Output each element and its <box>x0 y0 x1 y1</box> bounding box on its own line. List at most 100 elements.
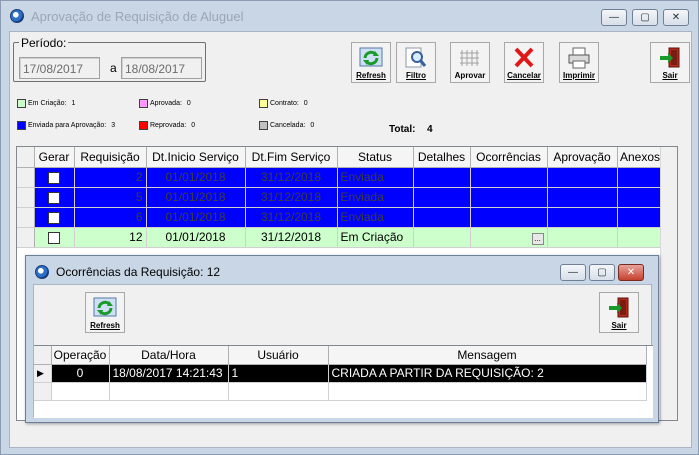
close-icon: ✕ <box>671 12 681 23</box>
cancel-label: Cancelar <box>507 71 541 80</box>
col-mensagem[interactable]: Mensagem <box>328 346 647 365</box>
row-indicator[interactable] <box>17 187 35 208</box>
ocorrencias-cell[interactable] <box>470 207 548 228</box>
maximize-icon: ▢ <box>597 267 607 278</box>
legend-swatch <box>139 99 148 108</box>
gerar-cell[interactable] <box>34 167 75 188</box>
col-detalhes[interactable]: Detalhes <box>413 147 471 168</box>
col-operacao[interactable]: Operação <box>51 346 110 365</box>
table-row[interactable]: 5 01/01/2018 31/12/2018 Enviada <box>17 187 664 208</box>
dialog-minimize-button[interactable]: — <box>560 264 586 281</box>
gerar-cell[interactable] <box>34 187 75 208</box>
col-data-hora[interactable]: Data/Hora <box>109 346 229 365</box>
requisicao-cell: 2 <box>74 167 147 188</box>
aprovacao-cell[interactable] <box>547 207 618 228</box>
anexos-cell[interactable] <box>617 187 664 208</box>
ocorrencias-cell[interactable] <box>470 187 548 208</box>
col-status[interactable]: Status <box>337 147 414 168</box>
detalhes-cell[interactable] <box>413 207 471 228</box>
legend-label: Reprovada: <box>150 122 187 129</box>
maximize-button[interactable]: ▢ <box>632 9 658 26</box>
col-gerar[interactable]: Gerar <box>34 147 75 168</box>
gerar-cell[interactable] <box>34 227 75 248</box>
requisitions-table: Gerar Requisição Dt.Inicio Serviço Dt.Fi… <box>17 147 664 248</box>
status-cell: Enviada <box>337 167 414 188</box>
printer-icon <box>568 47 590 69</box>
row-indicator[interactable] <box>17 227 35 248</box>
anexos-cell[interactable] <box>617 227 664 248</box>
refresh-icon <box>93 297 117 317</box>
legend-cancelada: Cancelada: 0 <box>259 121 314 130</box>
requisicao-cell: 12 <box>74 227 147 248</box>
row-indicator[interactable] <box>17 207 35 228</box>
legend-label: Em Criação: <box>28 100 67 107</box>
legend-label: Contrato: <box>270 100 299 107</box>
status-cell: Enviada <box>337 187 414 208</box>
table-row[interactable]: 6 01/01/2018 31/12/2018 Enviada <box>17 207 664 228</box>
dialog-refresh-button[interactable]: Refresh <box>85 292 125 333</box>
col-ocorrencias[interactable]: Ocorrências <box>470 147 548 168</box>
datahora-cell: 18/08/2017 14:21:43 <box>109 364 229 383</box>
total-label: Total: <box>389 124 416 135</box>
detalhes-cell[interactable] <box>413 187 471 208</box>
aprovacao-cell[interactable] <box>547 227 618 248</box>
col-anexos[interactable]: Anexos <box>617 147 664 168</box>
fim-cell: 31/12/2018 <box>245 227 338 248</box>
row-indicator[interactable] <box>17 167 35 188</box>
dialog-exit-button[interactable]: Sair <box>599 292 639 333</box>
legend-count: 0 <box>191 122 196 129</box>
dialog-exit-label: Sair <box>611 321 627 330</box>
grid-vertical-scrollbar[interactable] <box>660 147 677 420</box>
anexos-cell[interactable] <box>617 207 664 228</box>
ocorrencias-cell[interactable] <box>470 167 548 188</box>
dialog-close-button[interactable]: ✕ <box>618 264 644 281</box>
detalhes-cell[interactable] <box>413 167 471 188</box>
col-dt-fim[interactable]: Dt.Fim Serviço <box>245 147 338 168</box>
gerar-cell[interactable] <box>34 207 75 228</box>
usuario-cell <box>228 382 329 401</box>
gerar-checkbox[interactable] <box>48 171 60 184</box>
aprovacao-cell[interactable] <box>547 187 618 208</box>
gerar-checkbox[interactable] <box>48 231 60 244</box>
print-button[interactable]: Imprimir <box>559 42 599 83</box>
filter-button[interactable]: Filtro <box>396 42 436 83</box>
occurrences-grid[interactable]: Operação Data/Hora Usuário Mensagem ▶ 0 … <box>34 345 653 418</box>
legend-label: Aprovada: <box>150 100 182 107</box>
approve-button[interactable]: Aprovar <box>450 42 490 83</box>
gerar-checkbox[interactable] <box>48 211 60 224</box>
refresh-button[interactable]: Refresh <box>351 42 391 83</box>
legend-swatch <box>139 121 148 130</box>
row-indicator[interactable] <box>34 382 52 401</box>
gerar-checkbox[interactable] <box>48 191 60 204</box>
date-to-field[interactable]: 18/08/2017 <box>121 57 202 79</box>
table-row[interactable]: 12 01/01/2018 31/12/2018 Em Criação ... <box>17 227 664 248</box>
datahora-cell <box>109 382 229 401</box>
ocorrencias-ellipsis-button[interactable]: ... <box>531 232 544 245</box>
date-from-field[interactable]: 17/08/2017 <box>19 57 100 79</box>
table-row[interactable]: 2 01/01/2018 31/12/2018 Enviada <box>17 167 664 188</box>
title-bar[interactable]: Aprovação de Requisição de Aluguel — ▢ ✕ <box>1 1 698 31</box>
detalhes-cell[interactable] <box>413 227 471 248</box>
table-row[interactable] <box>34 382 647 401</box>
col-requisicao[interactable]: Requisição <box>74 147 147 168</box>
table-row[interactable]: ▶ 0 18/08/2017 14:21:43 1 CRIADA A PARTI… <box>34 364 647 383</box>
operacao-cell <box>51 382 110 401</box>
maximize-icon: ▢ <box>640 12 650 23</box>
col-usuario[interactable]: Usuário <box>228 346 329 365</box>
row-indicator[interactable]: ▶ <box>34 364 52 383</box>
col-aprovacao[interactable]: Aprovação <box>547 147 618 168</box>
anexos-cell[interactable] <box>617 167 664 188</box>
dialog-maximize-button[interactable]: ▢ <box>589 264 615 281</box>
col-dt-inicio[interactable]: Dt.Inicio Serviço <box>146 147 246 168</box>
close-button[interactable]: ✕ <box>663 9 689 26</box>
requisicao-cell: 5 <box>74 187 147 208</box>
refresh-label: Refresh <box>356 71 386 80</box>
exit-button[interactable]: Sair <box>650 42 690 83</box>
minimize-button[interactable]: — <box>601 9 627 26</box>
inicio-cell: 01/01/2018 <box>146 167 246 188</box>
ocorrencias-cell[interactable]: ... <box>470 227 548 248</box>
cancel-x-icon <box>514 47 534 68</box>
mensagem-cell <box>328 382 647 401</box>
cancel-button[interactable]: Cancelar <box>504 42 544 83</box>
aprovacao-cell[interactable] <box>547 167 618 188</box>
